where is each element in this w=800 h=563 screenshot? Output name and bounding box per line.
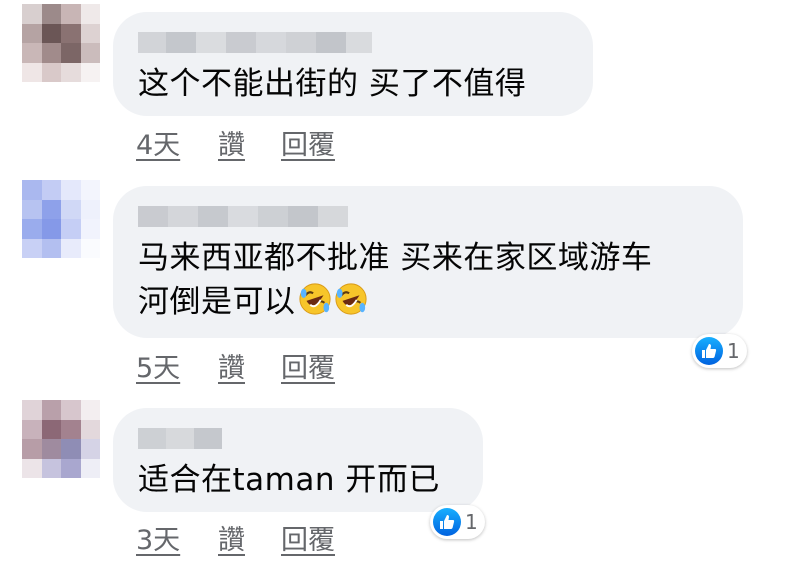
reaction-count-value: 1 [727, 339, 740, 363]
avatar[interactable] [22, 4, 100, 82]
author-name-blurred[interactable] [138, 32, 569, 53]
thumbs-up-icon [695, 337, 723, 365]
comment-actions: 4天 讚 回覆 [136, 123, 335, 162]
comment-text: 适合在taman 开而已 [138, 462, 440, 498]
timestamp-link[interactable]: 3天 [136, 518, 218, 557]
author-name-blurred[interactable] [138, 428, 459, 449]
comment-actions: 5天 讚 回覆 [136, 346, 335, 385]
timestamp-link[interactable]: 5天 [136, 346, 218, 385]
like-button[interactable]: 讚 [218, 346, 281, 385]
like-button[interactable]: 讚 [218, 123, 281, 162]
reply-button[interactable]: 回覆 [281, 123, 335, 162]
timestamp-link[interactable]: 4天 [136, 123, 218, 162]
rolling-on-floor-laughing-icon [298, 283, 331, 315]
comment-text: 这个不能出街的 买了不值得 [138, 66, 527, 102]
author-name-blurred[interactable] [138, 206, 719, 227]
comment-text-line-2-text: 河倒是可以 [138, 284, 296, 320]
comment-bubble: 这个不能出街的 买了不值得 [113, 12, 593, 116]
comment-thread: 这个不能出街的 买了不值得 4天 讚 回覆 马来西亚都不批准 买来在家区域游车 … [0, 0, 800, 563]
thumbs-up-icon [433, 508, 461, 536]
avatar[interactable] [22, 180, 100, 258]
avatar[interactable] [22, 400, 100, 478]
reply-button[interactable]: 回覆 [281, 346, 335, 385]
reaction-count[interactable]: 1 [692, 334, 747, 368]
rolling-on-floor-laughing-icon [334, 283, 367, 315]
like-button[interactable]: 讚 [218, 518, 281, 557]
reaction-count-value: 1 [465, 510, 478, 534]
comment-text-line-2: 河倒是可以 [138, 280, 719, 324]
comment-bubble: 马来西亚都不批准 买来在家区域游车 河倒是可以 [113, 186, 743, 338]
reply-button[interactable]: 回覆 [281, 518, 335, 557]
comment-bubble: 适合在taman 开而已 [113, 408, 483, 512]
comment-text-line-1: 马来西亚都不批准 买来在家区域游车 [138, 240, 653, 276]
comment-actions: 3天 讚 回覆 [136, 518, 335, 557]
reaction-count[interactable]: 1 [430, 505, 485, 539]
